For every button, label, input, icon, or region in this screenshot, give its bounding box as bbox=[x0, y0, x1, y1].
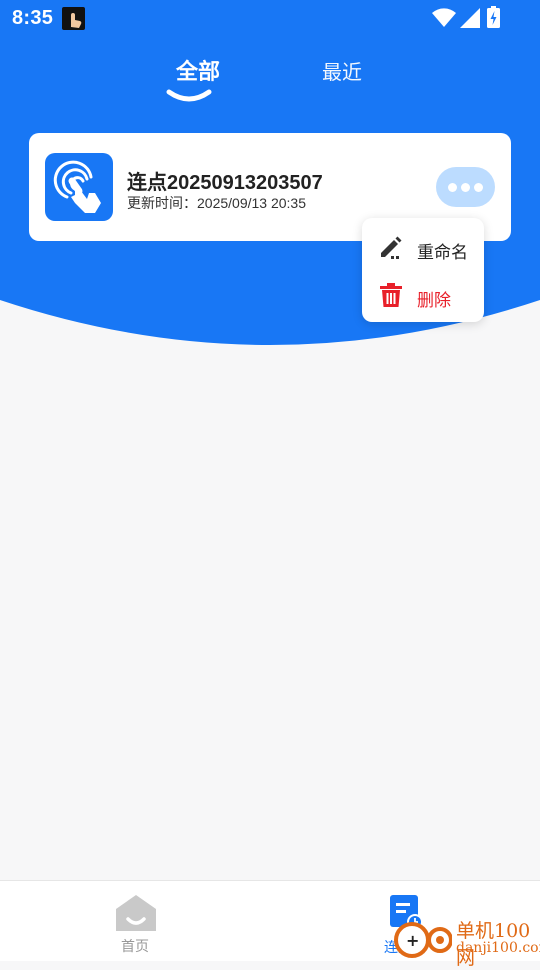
watermark-logo-icon: + bbox=[394, 922, 452, 958]
status-indicators bbox=[432, 6, 502, 30]
status-bar: 8:35 bbox=[0, 0, 540, 36]
wifi-icon bbox=[432, 8, 456, 27]
svg-text:+: + bbox=[406, 931, 419, 950]
trash-icon bbox=[380, 283, 402, 307]
watermark: + 单机100网 danji100.com bbox=[388, 912, 540, 969]
nav-item-home[interactable]: 首页 bbox=[100, 881, 172, 961]
card-updated-time: 更新时间：2025/09/13 20:35 bbox=[127, 195, 306, 211]
status-time: 8:35 bbox=[12, 7, 54, 29]
more-dot-icon bbox=[448, 183, 457, 192]
more-dot-icon bbox=[461, 183, 470, 192]
card-title: 连点20250913203507 bbox=[127, 172, 323, 194]
notification-app-icon bbox=[62, 7, 85, 30]
tap-gesture-icon bbox=[45, 153, 113, 221]
rename-menu-item[interactable]: 重命名 bbox=[362, 224, 484, 268]
more-dot-icon bbox=[474, 183, 483, 192]
tab-recent[interactable]: 最近 bbox=[322, 56, 362, 85]
delete-menu-item[interactable]: 删除 bbox=[362, 272, 484, 316]
signal-icon bbox=[460, 8, 480, 28]
battery-icon bbox=[487, 6, 500, 28]
tab-active-indicator bbox=[166, 89, 212, 102]
pencil-icon bbox=[381, 236, 402, 259]
options-popup-menu: 重命名 删除 bbox=[362, 218, 484, 322]
more-options-button[interactable] bbox=[436, 167, 495, 207]
home-icon bbox=[116, 895, 156, 931]
nav-home-label: 首页 bbox=[121, 938, 149, 954]
watermark-url: danji100.com bbox=[456, 940, 540, 956]
tab-all[interactable]: 全部 bbox=[176, 54, 220, 86]
delete-label: 删除 bbox=[417, 291, 451, 310]
rename-label: 重命名 bbox=[417, 243, 468, 262]
